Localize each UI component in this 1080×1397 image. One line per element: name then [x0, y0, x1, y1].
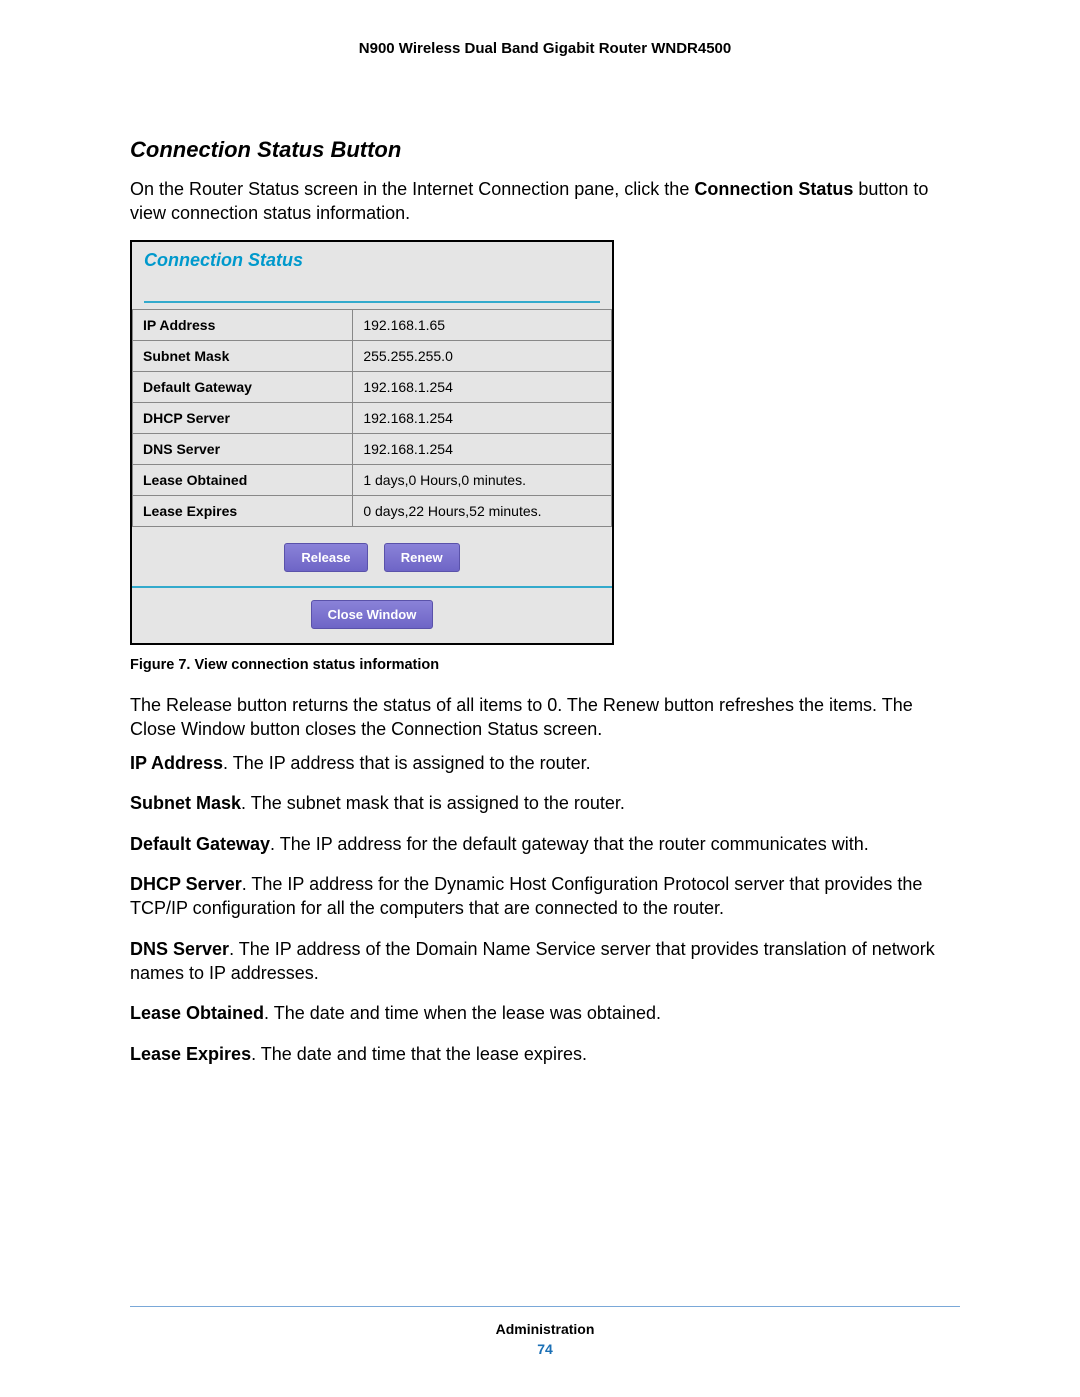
row-label: Subnet Mask: [133, 340, 353, 371]
definition-term: DNS Server: [130, 939, 229, 959]
row-value: 1 days,0 Hours,0 minutes.: [353, 464, 612, 495]
row-value: 0 days,22 Hours,52 minutes.: [353, 495, 612, 526]
definition-term: Lease Expires: [130, 1044, 251, 1064]
close-window-button[interactable]: Close Window: [311, 600, 434, 629]
screenshot-panel: Connection Status IP Address192.168.1.65…: [130, 240, 614, 645]
definition-item: Lease Obtained. The date and time when t…: [130, 1001, 960, 1025]
definition-desc: . The IP address of the Domain Name Serv…: [130, 939, 935, 983]
document-title: N900 Wireless Dual Band Gigabit Router W…: [130, 40, 960, 57]
definition-desc: . The IP address for the Dynamic Host Co…: [130, 874, 922, 918]
definition-desc: . The date and time when the lease was o…: [264, 1003, 661, 1023]
definition-item: Lease Expires. The date and time that th…: [130, 1042, 960, 1066]
screenshot-header: Connection Status: [132, 242, 612, 309]
definition-term: Default Gateway: [130, 834, 270, 854]
definition-item: DNS Server. The IP address of the Domain…: [130, 937, 960, 986]
row-label: Lease Obtained: [133, 464, 353, 495]
footer-rule: [130, 1306, 960, 1307]
table-row: Lease Expires0 days,22 Hours,52 minutes.: [133, 495, 612, 526]
definition-term: Lease Obtained: [130, 1003, 264, 1023]
close-row: Close Window: [132, 588, 612, 643]
row-label: Default Gateway: [133, 371, 353, 402]
row-value: 192.168.1.254: [353, 433, 612, 464]
row-label: DNS Server: [133, 433, 353, 464]
row-value: 255.255.255.0: [353, 340, 612, 371]
renew-button[interactable]: Renew: [384, 543, 460, 572]
definition-item: DHCP Server. The IP address for the Dyna…: [130, 872, 960, 921]
table-row: Subnet Mask255.255.255.0: [133, 340, 612, 371]
table-row: DHCP Server192.168.1.254: [133, 402, 612, 433]
row-label: IP Address: [133, 309, 353, 340]
definition-desc: . The subnet mask that is assigned to th…: [241, 793, 625, 813]
table-row: IP Address192.168.1.65: [133, 309, 612, 340]
definition-term: DHCP Server: [130, 874, 242, 894]
table-row: Lease Obtained1 days,0 Hours,0 minutes.: [133, 464, 612, 495]
button-row: Release Renew: [132, 527, 612, 580]
figure-caption: Figure 7. View connection status informa…: [130, 657, 960, 673]
definition-desc: . The IP address for the default gateway…: [270, 834, 869, 854]
row-value: 192.168.1.254: [353, 371, 612, 402]
row-value: 192.168.1.254: [353, 402, 612, 433]
divider: [144, 301, 600, 303]
definition-item: Subnet Mask. The subnet mask that is ass…: [130, 791, 960, 815]
row-label: Lease Expires: [133, 495, 353, 526]
definition-term: IP Address: [130, 753, 223, 773]
section-heading: Connection Status Button: [130, 137, 960, 163]
status-table: IP Address192.168.1.65Subnet Mask255.255…: [132, 309, 612, 527]
intro-pre: On the Router Status screen in the Inter…: [130, 179, 694, 199]
definition-desc: . The IP address that is assigned to the…: [223, 753, 591, 773]
screenshot-title: Connection Status: [144, 250, 303, 270]
row-label: DHCP Server: [133, 402, 353, 433]
definition-term: Subnet Mask: [130, 793, 241, 813]
page-footer: Administration 74: [130, 1321, 960, 1357]
footer-chapter: Administration: [130, 1321, 960, 1337]
row-value: 192.168.1.65: [353, 309, 612, 340]
post-figure-paragraph: The Release button returns the status of…: [130, 693, 960, 742]
definition-item: IP Address. The IP address that is assig…: [130, 751, 960, 775]
intro-paragraph: On the Router Status screen in the Inter…: [130, 177, 960, 226]
definition-desc: . The date and time that the lease expir…: [251, 1044, 587, 1064]
footer-page-number: 74: [130, 1341, 960, 1357]
definition-item: Default Gateway. The IP address for the …: [130, 832, 960, 856]
intro-bold: Connection Status: [694, 179, 853, 199]
table-row: Default Gateway192.168.1.254: [133, 371, 612, 402]
table-row: DNS Server192.168.1.254: [133, 433, 612, 464]
release-button[interactable]: Release: [284, 543, 367, 572]
figure-connection-status: Connection Status IP Address192.168.1.65…: [130, 240, 960, 673]
